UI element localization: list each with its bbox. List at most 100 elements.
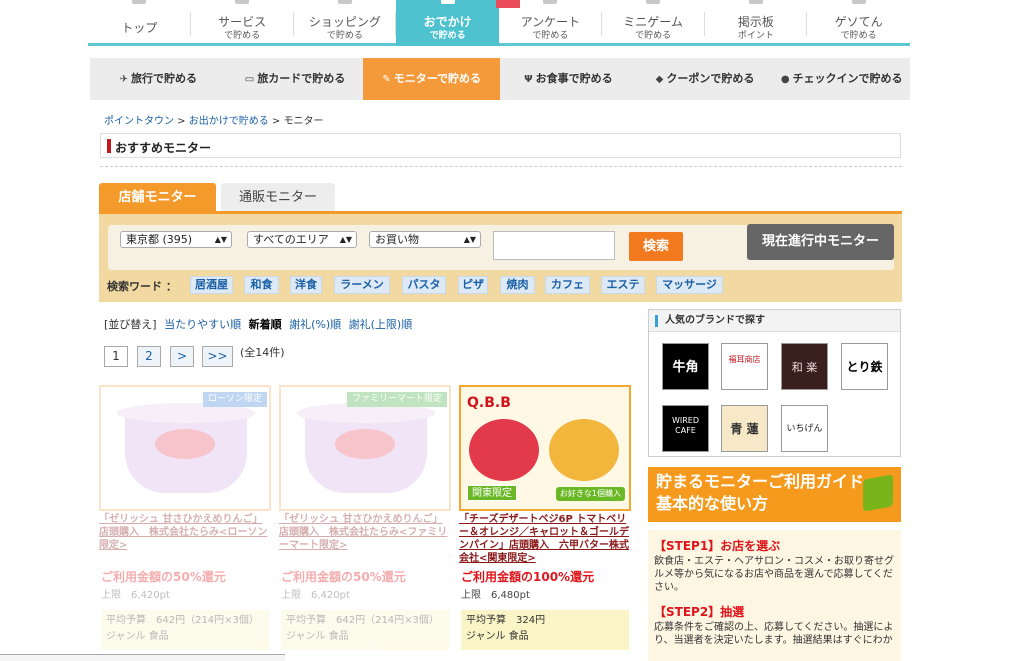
page-next[interactable]: > [170, 346, 194, 367]
brand-logo-ichigen[interactable]: いちげん [781, 405, 828, 452]
nav-gesoten[interactable]: ゲソてん で貯める [807, 0, 910, 46]
category-select[interactable]: お買い物 ▲▼ [369, 231, 481, 248]
search-button[interactable]: 検索 [629, 232, 683, 261]
jelly-cup [117, 403, 255, 493]
buy-one-badge: お好きな1個購入 [555, 487, 625, 501]
subnav-label: 旅カードで貯める [257, 72, 346, 85]
page-2[interactable]: 2 [137, 346, 161, 367]
subnav-travel-card[interactable]: ▭ 旅カードで貯める [227, 58, 364, 100]
nav-minigame[interactable]: ミニゲーム で貯める [601, 0, 705, 46]
keyword-tag[interactable]: 居酒屋 [190, 276, 233, 294]
sort-easy[interactable]: 当たりやすい順 [164, 318, 241, 331]
subnav-label: モニターで貯める [393, 72, 482, 85]
guide-line1: 貯まるモニターご利用ガイド [656, 472, 865, 491]
card-title[interactable]: 「ゼリッシュ 甘さひかえめりんご」店頭購入 株式会社たらみ<ローソン限定> [99, 513, 271, 552]
step2-text: 応募条件をご確認の上、応募してください。抽選により、当選者を決定いたします。抽選… [654, 622, 894, 646]
area-select[interactable]: すべてのエリア ▲▼ [247, 231, 357, 248]
tab-shop-monitor[interactable]: 店舗モニター [99, 183, 216, 212]
breadcrumb-pointtown[interactable]: ポイントタウン [104, 116, 174, 127]
home-icon [132, 0, 147, 4]
fork-knife-icon: Ψ [524, 74, 533, 85]
keyword-tag[interactable]: カフェ [545, 276, 590, 294]
sort-percent[interactable]: 謝礼(%)順 [289, 318, 341, 331]
chevron-updown-icon: ▲▼ [339, 235, 352, 244]
brand-logo-seiren[interactable]: 青 蓮 [721, 405, 768, 452]
section-title: おすすめモニター [115, 141, 212, 155]
subnav-label: クーポンで貯める [666, 72, 755, 85]
brand-logo-wired-cafe[interactable]: WIRED CAFE [662, 405, 709, 452]
new-ribbon [496, 0, 520, 8]
keyword-label: 検索ワード ： [107, 280, 177, 293]
brand-logo-gyukaku[interactable]: 牛角 [662, 343, 709, 390]
subnav-travel[interactable]: ✈ 旅行で貯める [90, 58, 227, 100]
reward-rate: ご利用金額の100%還元 [461, 570, 595, 584]
guide-line2: 基本的な使い方 [656, 494, 769, 513]
keyword-tag[interactable]: エステ [601, 276, 645, 294]
chat-icon [748, 0, 763, 4]
step1-title: 【STEP1】お店を選ぶ [654, 539, 781, 553]
prefecture-select[interactable]: 東京都 (395) ▲▼ [120, 231, 232, 248]
nav-sublabel: で貯める [429, 31, 466, 41]
region-badge: 関東限定 [467, 485, 517, 501]
horizontal-scrollbar[interactable] [0, 654, 285, 661]
breadcrumb-odekake[interactable]: お出かけで貯める [189, 116, 269, 127]
tab-mail-monitor[interactable]: 通販モニター [221, 183, 335, 212]
nav-sublabel: ポイント [737, 31, 774, 41]
subnav-monitor[interactable]: ✎ モニターで貯める [363, 58, 501, 100]
limited-badge: ローソン限定 [202, 392, 267, 407]
reward-limit: 上限 6,480pt [461, 590, 530, 601]
product-image: ファミリーマート限定 [279, 385, 451, 511]
keyword-input[interactable] [493, 231, 615, 260]
nav-top[interactable]: トップ [88, 0, 191, 46]
breadcrumb: ポイントタウン > お出かけで貯める > モニター [104, 116, 324, 127]
limited-badge: ファミリーマート限定 [346, 392, 447, 407]
nav-service[interactable]: サービス で貯める [190, 0, 294, 46]
sort-limit[interactable]: 謝礼(上限)順 [349, 318, 413, 331]
live-monitor-button[interactable]: 現在進行中モニター [747, 224, 894, 260]
keyword-tag[interactable]: 焼肉 [500, 276, 535, 294]
keyword-tag[interactable]: 和食 [244, 276, 279, 294]
divider [100, 166, 902, 167]
reward-limit: 上限 6,420pt [101, 590, 170, 601]
card-meta: 平均予算 642円（214円×3個） ジャンル 食品 [281, 610, 449, 650]
brand-logo-toritetsu[interactable]: とり鉄 [841, 343, 888, 390]
card-title[interactable]: 「チーズデザートベジ6P トマトベリー＆オレンジ／キャロット＆ゴールデンパイン」… [459, 513, 631, 565]
nav-label: トップ [121, 21, 158, 35]
keyword-tag[interactable]: ラーメン [334, 276, 390, 294]
subnav-label: チェックインで貯める [792, 72, 903, 85]
keyword-tag[interactable]: パスタ [402, 276, 446, 294]
squid-icon [851, 0, 866, 4]
brand-box: 人気のブランドで探す 牛角 福耳商店 和 楽 とり鉄 WIRED CAFE 青 … [648, 309, 901, 457]
nav-sublabel: で貯める [840, 31, 877, 41]
subnav-coupon[interactable]: ◆ クーポンで貯める [637, 58, 774, 100]
product-image: ローソン限定 [99, 385, 271, 511]
keyword-tag[interactable]: マッサージ [656, 276, 723, 294]
page-last[interactable]: >> [202, 346, 233, 367]
subnav-checkin[interactable]: ● チェックインで貯める [773, 58, 910, 100]
keyword-tag[interactable]: ピザ [458, 276, 488, 294]
brand-logo-fukumimi[interactable]: 福耳商店 [721, 343, 768, 390]
reward-limit: 上限 6,420pt [281, 590, 350, 601]
cart-icon [235, 0, 250, 4]
sort-bar: [並び替え] 当たりやすい順 新着順 謝礼(%)順 謝礼(上限)順 [104, 316, 412, 332]
section-marker [107, 139, 111, 153]
pin-icon: ● [780, 74, 790, 85]
qbb-logo: Q.B.B [467, 395, 511, 411]
keyword-tag[interactable]: 洋食 [290, 276, 322, 294]
reward-rate: ご利用金額の50%還元 [101, 570, 226, 584]
suitcase-icon [440, 0, 455, 4]
brand-logo-waraku[interactable]: 和 楽 [781, 343, 828, 390]
nav-odekake[interactable]: おでかけ で貯める [396, 0, 499, 46]
nav-bbs[interactable]: 掲示板 ポイント [704, 0, 808, 46]
page: トップ サービス で貯める ショッピング で貯める おでかけ で貯める アンケート で貯… [0, 0, 1024, 661]
sort-new: 新着順 [248, 318, 282, 331]
chevron-updown-icon: ▲▼ [463, 235, 476, 244]
nav-shopping[interactable]: ショッピング で貯める [293, 0, 397, 46]
card-title[interactable]: 「ゼリッシュ 甘さひかえめりんご」店頭購入 株式会社たらみ<ファミリーマート限定… [279, 513, 451, 552]
sort-label: [並び替え] [104, 318, 157, 331]
card-meta: 平均予算 324円 ジャンル 食品 [461, 610, 629, 650]
subnav-dining[interactable]: Ψ お食事で貯める [500, 58, 637, 100]
page-1: 1 [104, 346, 128, 367]
pencil-icon [543, 0, 558, 4]
guide-banner[interactable]: 貯まるモニターご利用ガイド 基本的な使い方 [648, 467, 901, 522]
